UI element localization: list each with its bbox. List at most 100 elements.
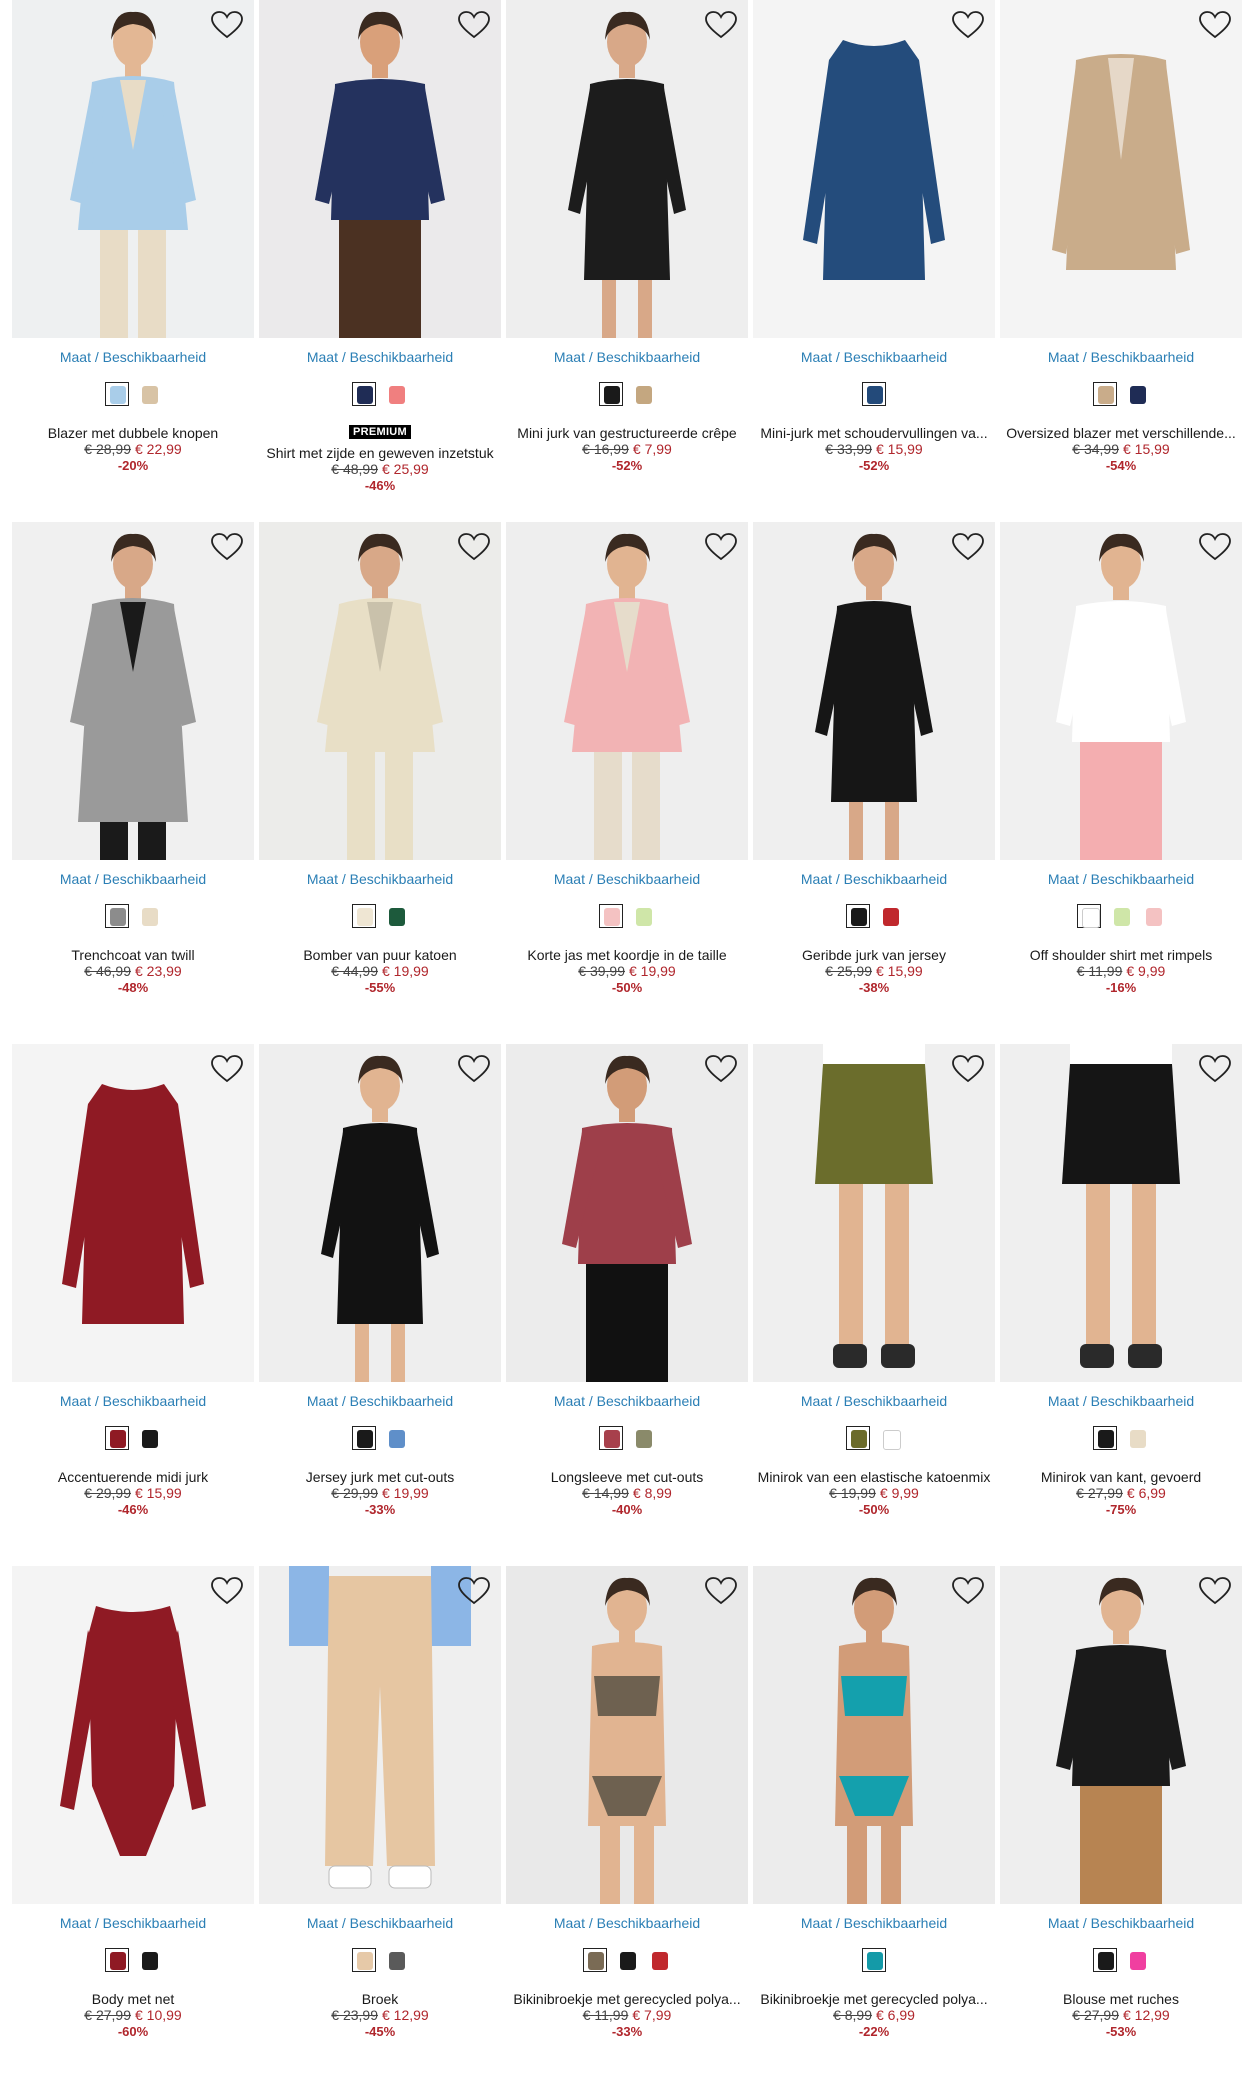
product-name[interactable]: Blazer met dubbele knopen [12,425,254,441]
product-image[interactable] [1000,1566,1242,1904]
heart-outline-icon[interactable] [457,532,491,562]
product-card[interactable]: Maat / Beschikbaarheid Korte jas met koor… [506,522,748,1032]
product-image[interactable] [753,0,995,338]
size-availability-link[interactable]: Maat / Beschikbaarheid [506,1393,748,1409]
heart-outline-icon[interactable] [1198,1054,1232,1084]
product-image[interactable] [259,0,501,338]
color-swatch[interactable] [384,1426,408,1450]
product-card[interactable]: Maat / Beschikbaarheid Bikinibroekje met … [506,1566,748,2076]
heart-outline-icon[interactable] [951,532,985,562]
color-swatch[interactable] [599,1426,623,1450]
color-swatch[interactable] [1077,904,1101,928]
color-swatch[interactable] [105,1948,129,1972]
heart-outline-icon[interactable] [704,1054,738,1084]
heart-outline-icon[interactable] [210,1054,244,1084]
size-availability-link[interactable]: Maat / Beschikbaarheid [506,871,748,887]
heart-outline-icon[interactable] [457,1576,491,1606]
color-swatch[interactable] [1093,1948,1117,1972]
product-image[interactable] [753,522,995,860]
color-swatch[interactable] [846,1426,870,1450]
heart-outline-icon[interactable] [951,1576,985,1606]
color-swatch[interactable] [631,1426,655,1450]
product-name[interactable]: Jersey jurk met cut-outs [259,1469,501,1485]
product-name[interactable]: Bomber van puur katoen [259,947,501,963]
color-swatch[interactable] [137,382,161,406]
size-availability-link[interactable]: Maat / Beschikbaarheid [1000,349,1242,365]
product-image[interactable] [753,1566,995,1904]
product-image[interactable] [259,1044,501,1382]
color-swatch[interactable] [862,382,886,406]
heart-outline-icon[interactable] [457,1054,491,1084]
color-swatch[interactable] [631,382,655,406]
color-swatch[interactable] [1125,382,1149,406]
size-availability-link[interactable]: Maat / Beschikbaarheid [12,1393,254,1409]
product-image[interactable] [1000,0,1242,338]
color-swatch[interactable] [384,382,408,406]
product-image[interactable] [259,1566,501,1904]
product-name[interactable]: Shirt met zijde en geweven inzetstuk [259,445,501,461]
product-name[interactable]: Body met net [12,1991,254,2007]
product-card[interactable]: Maat / Beschikbaarheid Mini-jurk met scho… [753,0,995,510]
product-name[interactable]: Trenchcoat van twill [12,947,254,963]
color-swatch[interactable] [583,1948,607,1972]
product-image[interactable] [506,0,748,338]
color-swatch[interactable] [1141,904,1165,928]
size-availability-link[interactable]: Maat / Beschikbaarheid [259,871,501,887]
size-availability-link[interactable]: Maat / Beschikbaarheid [506,349,748,365]
size-availability-link[interactable]: Maat / Beschikbaarheid [1000,1915,1242,1931]
heart-outline-icon[interactable] [1198,1576,1232,1606]
product-image[interactable] [12,1566,254,1904]
heart-outline-icon[interactable] [210,10,244,40]
color-swatch[interactable] [352,382,376,406]
product-name[interactable]: Mini jurk van gestructureerde crêpe [506,425,748,441]
color-swatch[interactable] [846,904,870,928]
color-swatch[interactable] [1125,1948,1149,1972]
product-name[interactable]: Longsleeve met cut-outs [506,1469,748,1485]
size-availability-link[interactable]: Maat / Beschikbaarheid [1000,871,1242,887]
size-availability-link[interactable]: Maat / Beschikbaarheid [506,1915,748,1931]
color-swatch[interactable] [862,1948,886,1972]
heart-outline-icon[interactable] [704,10,738,40]
color-swatch[interactable] [878,1426,902,1450]
heart-outline-icon[interactable] [704,532,738,562]
product-name[interactable]: Broek [259,1991,501,2007]
size-availability-link[interactable]: Maat / Beschikbaarheid [12,1915,254,1931]
product-image[interactable] [506,1566,748,1904]
product-card[interactable]: Maat / Beschikbaarheid Broek € 23,99 € 12,9… [259,1566,501,2076]
size-availability-link[interactable]: Maat / Beschikbaarheid [753,349,995,365]
product-card[interactable]: Maat / Beschikbaarheid Minirok van kant, … [1000,1044,1242,1554]
heart-outline-icon[interactable] [457,10,491,40]
product-card[interactable]: Maat / Beschikbaarheid Accentuerende midi… [12,1044,254,1554]
size-availability-link[interactable]: Maat / Beschikbaarheid [1000,1393,1242,1409]
color-swatch[interactable] [1093,1426,1117,1450]
color-swatch[interactable] [352,1426,376,1450]
color-swatch[interactable] [105,382,129,406]
product-card[interactable]: Maat / Beschikbaarheid Minirok van een el… [753,1044,995,1554]
color-swatch[interactable] [615,1948,639,1972]
product-image[interactable] [259,522,501,860]
color-swatch[interactable] [137,1426,161,1450]
product-card[interactable]: Maat / Beschikbaarheid Blazer met dubbele… [12,0,254,510]
size-availability-link[interactable]: Maat / Beschikbaarheid [12,349,254,365]
product-card[interactable]: Maat / Beschikbaarheid Jersey jurk met cu… [259,1044,501,1554]
color-swatch[interactable] [137,1948,161,1972]
heart-outline-icon[interactable] [704,1576,738,1606]
color-swatch[interactable] [599,904,623,928]
product-card[interactable]: Maat / Beschikbaarheid Oversized blazer m… [1000,0,1242,510]
product-image[interactable] [506,1044,748,1382]
heart-outline-icon[interactable] [1198,532,1232,562]
color-swatch[interactable] [384,1948,408,1972]
product-image[interactable] [12,522,254,860]
product-image[interactable] [1000,522,1242,860]
product-card[interactable]: Maat / Beschikbaarheid PREMIUM Shirt met z… [259,0,501,510]
size-availability-link[interactable]: Maat / Beschikbaarheid [753,1915,995,1931]
product-image[interactable] [12,0,254,338]
product-card[interactable]: Maat / Beschikbaarheid Trenchcoat van twi… [12,522,254,1032]
color-swatch[interactable] [105,1426,129,1450]
product-card[interactable]: Maat / Beschikbaarheid Blouse met ruches €… [1000,1566,1242,2076]
color-swatch[interactable] [647,1948,671,1972]
size-availability-link[interactable]: Maat / Beschikbaarheid [753,871,995,887]
color-swatch[interactable] [105,904,129,928]
size-availability-link[interactable]: Maat / Beschikbaarheid [259,1915,501,1931]
product-image[interactable] [753,1044,995,1382]
